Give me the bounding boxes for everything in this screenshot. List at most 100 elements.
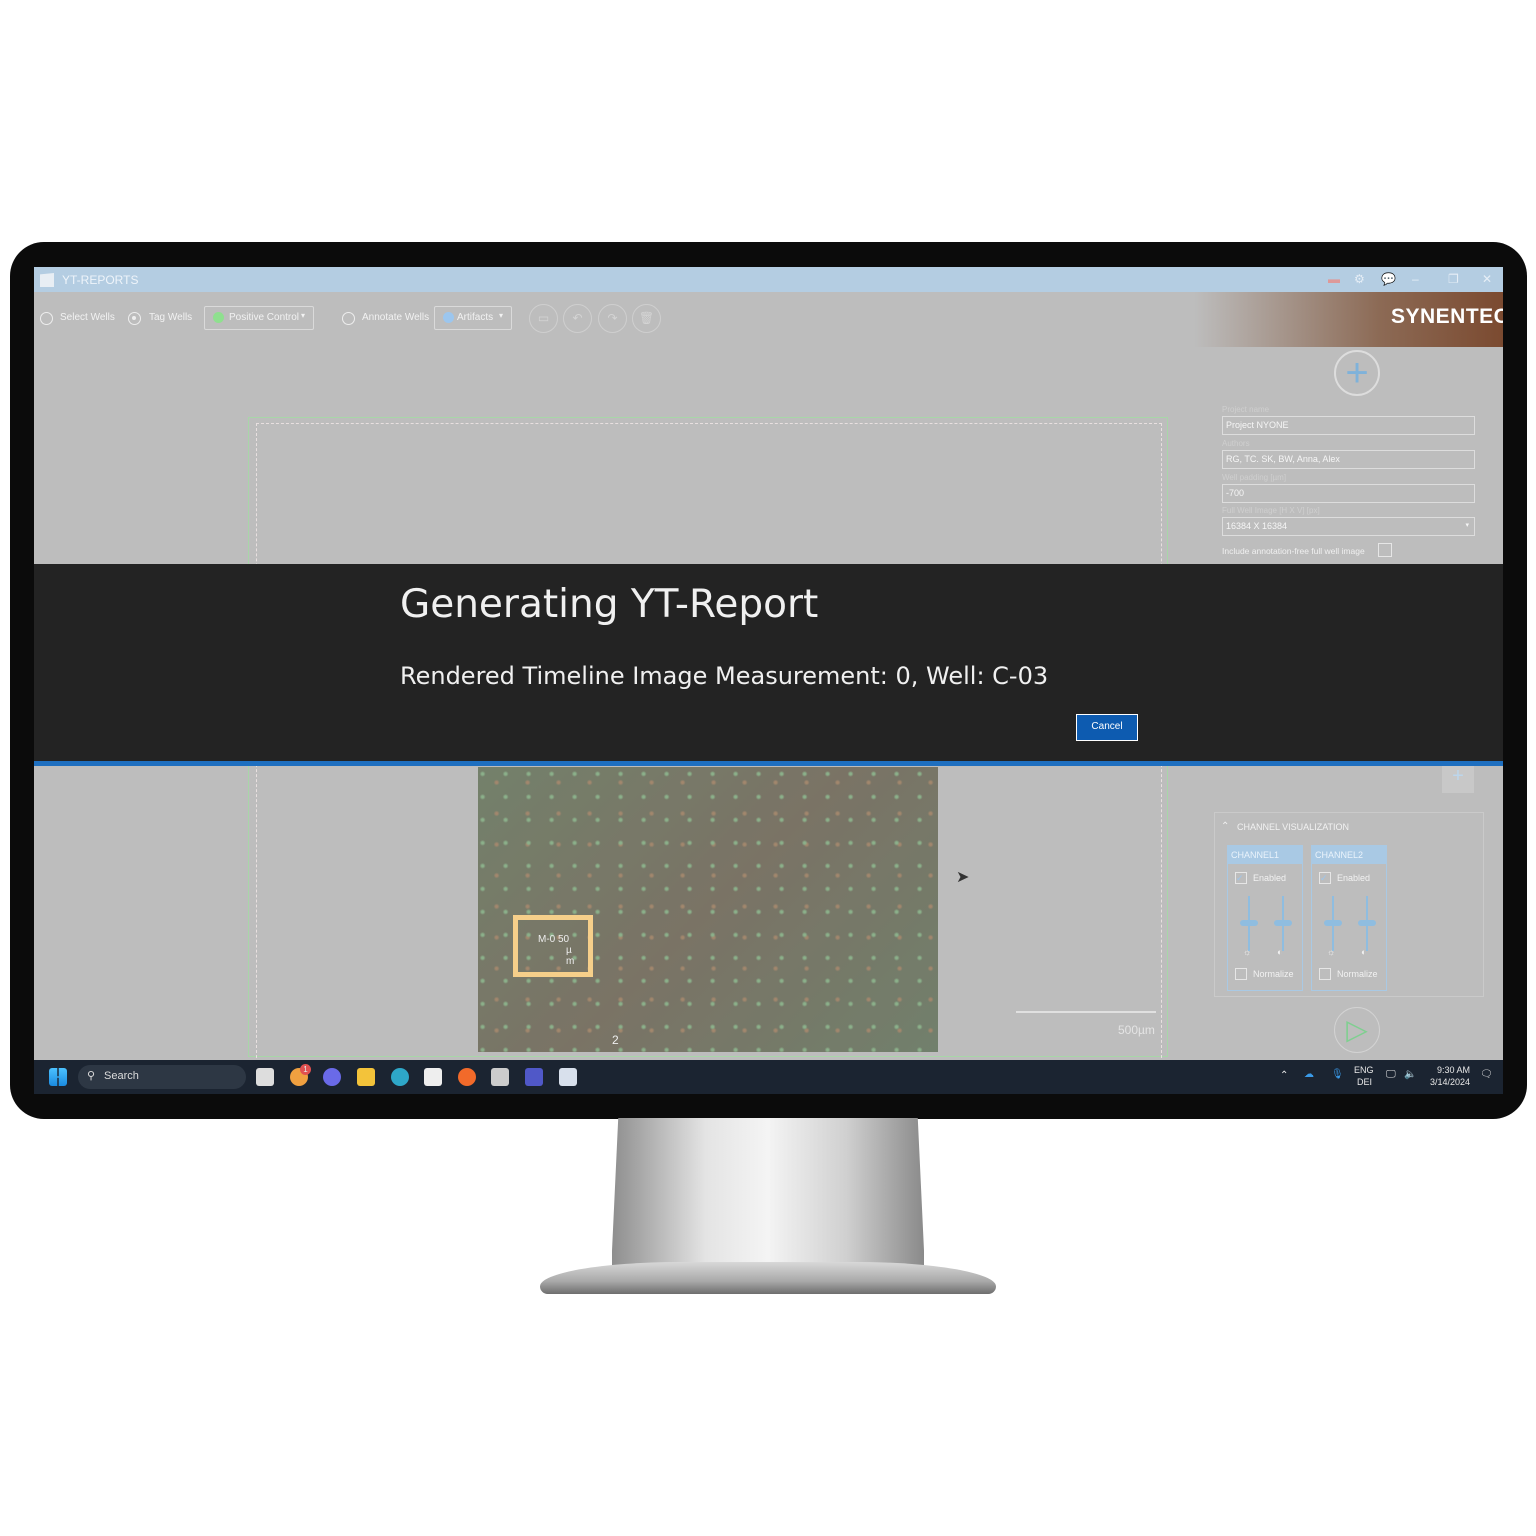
select-wells-radio[interactable] [40,312,53,325]
play-icon[interactable]: ▷ [1334,1007,1380,1053]
normalize-checkbox[interactable] [1319,968,1331,980]
chevron-down-icon: ▾ [499,311,504,320]
normalize-label: Normalize [1253,969,1294,979]
cancel-button[interactable]: Cancel [1076,714,1138,741]
undo-icon[interactable]: ↶ [563,304,592,333]
project-name-label: Project name [1222,405,1270,414]
brightness-slider[interactable] [1240,896,1258,951]
annotate-dropdown-value: Artifacts [457,312,494,323]
include-checkbox[interactable] [1378,543,1392,557]
dialog-accent-line [34,761,1503,766]
clock-date: 3/14/2024 [1430,1077,1471,1087]
chevron-up-icon[interactable]: ⌃ [1280,1070,1288,1081]
clock-time[interactable]: 9:30 AM [1437,1065,1470,1075]
tag-dropdown-value: Positive Control [229,312,300,323]
title-bar: YT-REPORTS ▬ ⚙ 💬 – ❐ ✕ [34,267,1503,292]
notification-badge: 1 [300,1064,311,1075]
close-button[interactable]: ✕ [1482,272,1492,286]
flag-icon[interactable]: ▬ [1328,272,1340,286]
project-name-input[interactable]: Project NYONE [1222,416,1475,435]
network-icon[interactable]: 🖵 [1386,1069,1396,1080]
normalize-label: Normalize [1337,969,1378,979]
onedrive-icon[interactable]: ☁ [1304,1069,1314,1080]
well-padding-input[interactable]: -700 [1222,484,1475,503]
brightness-slider[interactable] [1324,896,1342,951]
include-label: Include annotation-free full well image [1222,546,1365,556]
authors-label: Authors [1222,439,1250,448]
collapse-icon[interactable]: ⌃ [1221,821,1229,832]
normalize-checkbox[interactable] [1235,968,1247,980]
gear-icon[interactable]: ⚙ [1354,272,1365,286]
tag-wells-radio[interactable] [128,312,141,325]
channel-card: CHANNEL1 ✓ Enabled ☼ ◐ Normalize [1227,845,1303,991]
firefox-icon[interactable] [458,1068,476,1086]
brightness-icon: ☼ [1243,947,1252,957]
language-indicator-2: DEI [1357,1077,1373,1087]
channel-card: CHANNEL2 ✓ Enabled ☼ ◐ Normalize [1311,845,1387,991]
taskbar: ⚲ Search 1 ⌃ ☁ 🎙 ENG DEI 🖵 🔈 9:30 AM 3/1… [34,1060,1503,1094]
add-icon[interactable]: + [1442,765,1474,793]
contrast-icon: ◐ [1277,947,1283,957]
redo-icon[interactable]: ↷ [598,304,627,333]
taskbar-search[interactable]: ⚲ Search [78,1065,246,1089]
mouse-cursor-icon: ➤ [956,869,970,886]
tag-wells-label: Tag Wells [149,312,193,323]
language-indicator[interactable]: ENG [1354,1065,1374,1075]
toolbar: Select Wells Tag Wells Positive Control … [34,292,1503,342]
annotate-wells-label: Annotate Wells [362,312,430,323]
window-title: YT-REPORTS [62,273,139,287]
tag-label: M-0 50 [538,934,570,945]
dialog-title: Generating YT-Report [400,582,819,627]
chevron-down-icon: ▾ [1465,522,1469,529]
windows-start-icon[interactable] [49,1068,67,1086]
full-well-value: 16384 X 16384 [1226,521,1288,531]
grid-app-icon[interactable] [491,1068,509,1086]
positive-control-color-dot [213,312,224,323]
teams-chat-icon[interactable] [323,1068,341,1086]
select-wells-label: Select Wells [60,312,115,323]
enabled-checkbox[interactable]: ✓ [1235,872,1247,884]
contrast-icon: ◐ [1361,947,1367,957]
teams-icon[interactable] [525,1068,543,1086]
store-icon[interactable] [424,1068,442,1086]
tag-dropdown[interactable]: Positive Control ▾ [204,306,314,330]
tag-unit: µ [566,945,572,956]
screen: YT-REPORTS ▬ ⚙ 💬 – ❐ ✕ SYNENTEC Select W… [34,267,1503,1094]
monitor-stand-neck [612,1118,924,1274]
brightness-icon: ☼ [1327,947,1336,957]
well-padding-label: Well padding [µm] [1222,473,1287,482]
full-well-select[interactable]: 16384 X 16384 ▾ [1222,517,1475,536]
enabled-checkbox[interactable]: ✓ [1319,872,1331,884]
enabled-label: Enabled [1253,873,1287,883]
delete-icon[interactable]: 🗑 [632,304,661,333]
full-well-label: Full Well Image [H X V] [px] [1222,506,1320,515]
minimize-button[interactable]: – [1412,272,1419,286]
file-explorer-icon[interactable] [357,1068,375,1086]
tag-unit: m [566,956,575,967]
notifications-icon[interactable]: 🗨 [1480,1069,1493,1080]
position-marker: 2 [612,1033,619,1047]
yt-reports-app-icon[interactable] [559,1068,577,1086]
authors-input[interactable]: RG, TC. SK, BW, Anna, Alex [1222,450,1475,469]
channel-visualization-panel: ⌃ CHANNEL VISUALIZATION CHANNEL1 ✓ Enabl… [1214,812,1484,997]
image-icon[interactable]: ▭ [529,304,558,333]
search-label: Search [104,1070,139,1082]
search-icon: ⚲ [87,1070,96,1082]
dialog-message: Rendered Timeline Image Measurement: 0, … [400,662,1049,690]
annotation-tag[interactable]: M-0 50 µ m [513,915,593,977]
microphone-icon[interactable]: 🎙 [1331,1069,1344,1080]
app-icon [40,273,54,287]
task-view-icon[interactable] [256,1068,274,1086]
volume-icon[interactable]: 🔈 [1404,1069,1416,1080]
annotate-wells-radio[interactable] [342,312,355,325]
restore-button[interactable]: ❐ [1448,272,1459,286]
edge-browser-icon[interactable] [391,1068,409,1086]
chat-icon[interactable]: 💬 [1381,272,1396,286]
scale-label: 500µm [1118,1023,1155,1037]
contrast-slider[interactable] [1358,896,1376,951]
channel-section-title: CHANNEL VISUALIZATION [1237,822,1350,832]
annotate-dropdown[interactable]: Artifacts ▾ [434,306,512,330]
artifacts-color-dot [443,312,454,323]
contrast-slider[interactable] [1274,896,1292,951]
add-icon[interactable]: + [1334,350,1380,396]
